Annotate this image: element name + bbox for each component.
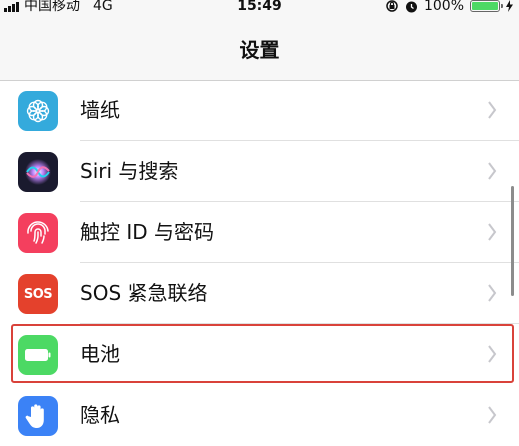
settings-row-siri[interactable]: Siri 与搜索 xyxy=(0,141,519,202)
chevron-right-icon xyxy=(488,162,497,180)
charging-icon xyxy=(506,0,513,12)
fingerprint-icon xyxy=(18,213,58,253)
alarm-icon xyxy=(405,1,417,12)
wallpaper-icon xyxy=(18,91,58,131)
page-title: 设置 xyxy=(239,38,280,62)
settings-row-battery[interactable]: 电池 xyxy=(0,324,519,385)
battery-fill xyxy=(472,2,498,10)
settings-row-wallpaper[interactable]: 墙纸 xyxy=(0,80,519,141)
settings-list: 墙纸 Siri 与搜索 触控 ID 与密码 SOS SOS 紧急联络 电池 隐私 xyxy=(0,80,519,446)
chevron-right-icon xyxy=(488,406,497,424)
navigation-bar: 设置 xyxy=(0,18,519,81)
battery-icon xyxy=(18,335,58,375)
status-bar: 中国移动 4G 15:49 100% xyxy=(0,0,519,18)
settings-row-touch-id[interactable]: 触控 ID 与密码 xyxy=(0,202,519,263)
siri-icon xyxy=(18,152,58,192)
settings-row-privacy[interactable]: 隐私 xyxy=(0,385,519,446)
sos-icon: SOS xyxy=(18,274,58,314)
chevron-right-icon xyxy=(488,223,497,241)
orientation-lock-icon xyxy=(386,0,398,12)
settings-row-label: 电池 xyxy=(80,342,120,366)
settings-row-label: 隐私 xyxy=(80,403,120,427)
battery-percent: 100% xyxy=(423,0,464,14)
chevron-right-icon xyxy=(488,284,497,302)
settings-row-label: 触控 ID 与密码 xyxy=(80,220,215,244)
status-right: 100% xyxy=(385,0,513,15)
chevron-right-icon xyxy=(488,101,497,119)
scrollbar[interactable] xyxy=(511,186,514,296)
battery-status-icon xyxy=(470,0,503,12)
settings-row-label: SOS 紧急联络 xyxy=(80,281,208,305)
settings-row-emergency-sos[interactable]: SOS SOS 紧急联络 xyxy=(0,263,519,324)
settings-row-label: Siri 与搜索 xyxy=(80,159,179,183)
chevron-right-icon xyxy=(488,345,497,363)
hand-icon xyxy=(18,396,58,436)
settings-row-label: 墙纸 xyxy=(80,98,120,122)
